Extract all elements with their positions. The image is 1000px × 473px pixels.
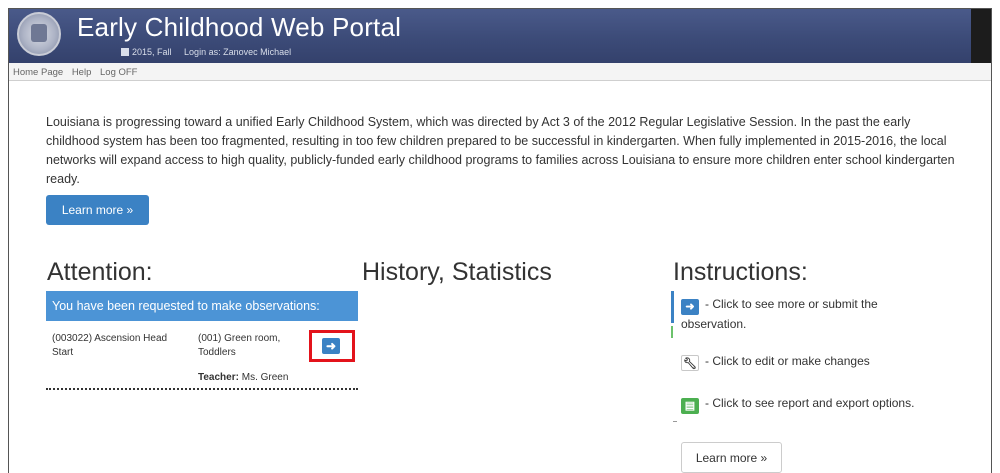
teacher-label: Teacher:: [198, 372, 239, 383]
louisiana-seal-logo: [17, 12, 61, 56]
attention-heading: Attention:: [47, 258, 153, 286]
instructions-learn-more-button[interactable]: Learn more »: [681, 442, 782, 473]
top-menu: Home Page Help Log OFF: [9, 63, 991, 81]
menu-log-off[interactable]: Log OFF: [100, 67, 138, 78]
instruction-accent-bar-green: [671, 326, 673, 338]
session-info: 2015, Fall Login as: Zanovec Michael: [121, 47, 291, 57]
instruction-item-report: ▤ - Click to see report and export option…: [681, 396, 914, 414]
instruction-item-open: ➜ - Click to see more or submit the obser…: [681, 295, 926, 334]
arrow-right-icon: ➜: [325, 339, 337, 353]
portal-header: Early Childhood Web Portal 2015, Fall Lo…: [9, 9, 991, 63]
instruction-text: - Click to see more or submit the observ…: [681, 297, 878, 331]
instruction-accent-bar: [671, 291, 674, 323]
small-divider: [673, 421, 677, 422]
intro-paragraph: Louisiana is progressing toward a unifie…: [46, 115, 955, 186]
instruction-text: - Click to see report and export options…: [705, 396, 915, 410]
portal-title: Early Childhood Web Portal: [77, 12, 402, 42]
instructions-heading: Instructions:: [673, 258, 808, 286]
menu-home-page[interactable]: Home Page: [13, 67, 63, 78]
calendar-icon: [121, 48, 129, 56]
observation-request-banner: You have been requested to make observat…: [46, 291, 358, 321]
observation-teacher: Teacher: Ms. Green: [198, 371, 288, 385]
arrow-right-icon: ➜: [681, 299, 699, 315]
login-label: Login as: Zanovec Michael: [184, 47, 292, 57]
open-observation-button[interactable]: ➜: [322, 338, 340, 354]
history-heading: History, Statistics: [362, 258, 552, 286]
learn-more-button[interactable]: Learn more »: [46, 195, 149, 225]
term-label: 2015, Fall: [132, 47, 172, 57]
observation-row: (003022) Ascension Head Start (001) Gree…: [46, 324, 358, 385]
instruction-item-edit: 🔧︎ - Click to edit or make changes: [681, 354, 870, 371]
observation-site: (003022) Ascension Head Start: [52, 333, 168, 358]
observation-room: (001) Green room, Toddlers: [198, 333, 281, 358]
instruction-text: - Click to edit or make changes: [705, 354, 870, 368]
menu-help[interactable]: Help: [72, 67, 92, 78]
highlight-box: ➜: [309, 330, 355, 362]
teacher-name: Ms. Green: [241, 372, 289, 383]
row-divider: [46, 388, 358, 390]
header-dark-edge: [971, 9, 991, 63]
wrench-icon: 🔧︎: [681, 355, 699, 371]
report-icon: ▤: [681, 398, 699, 414]
